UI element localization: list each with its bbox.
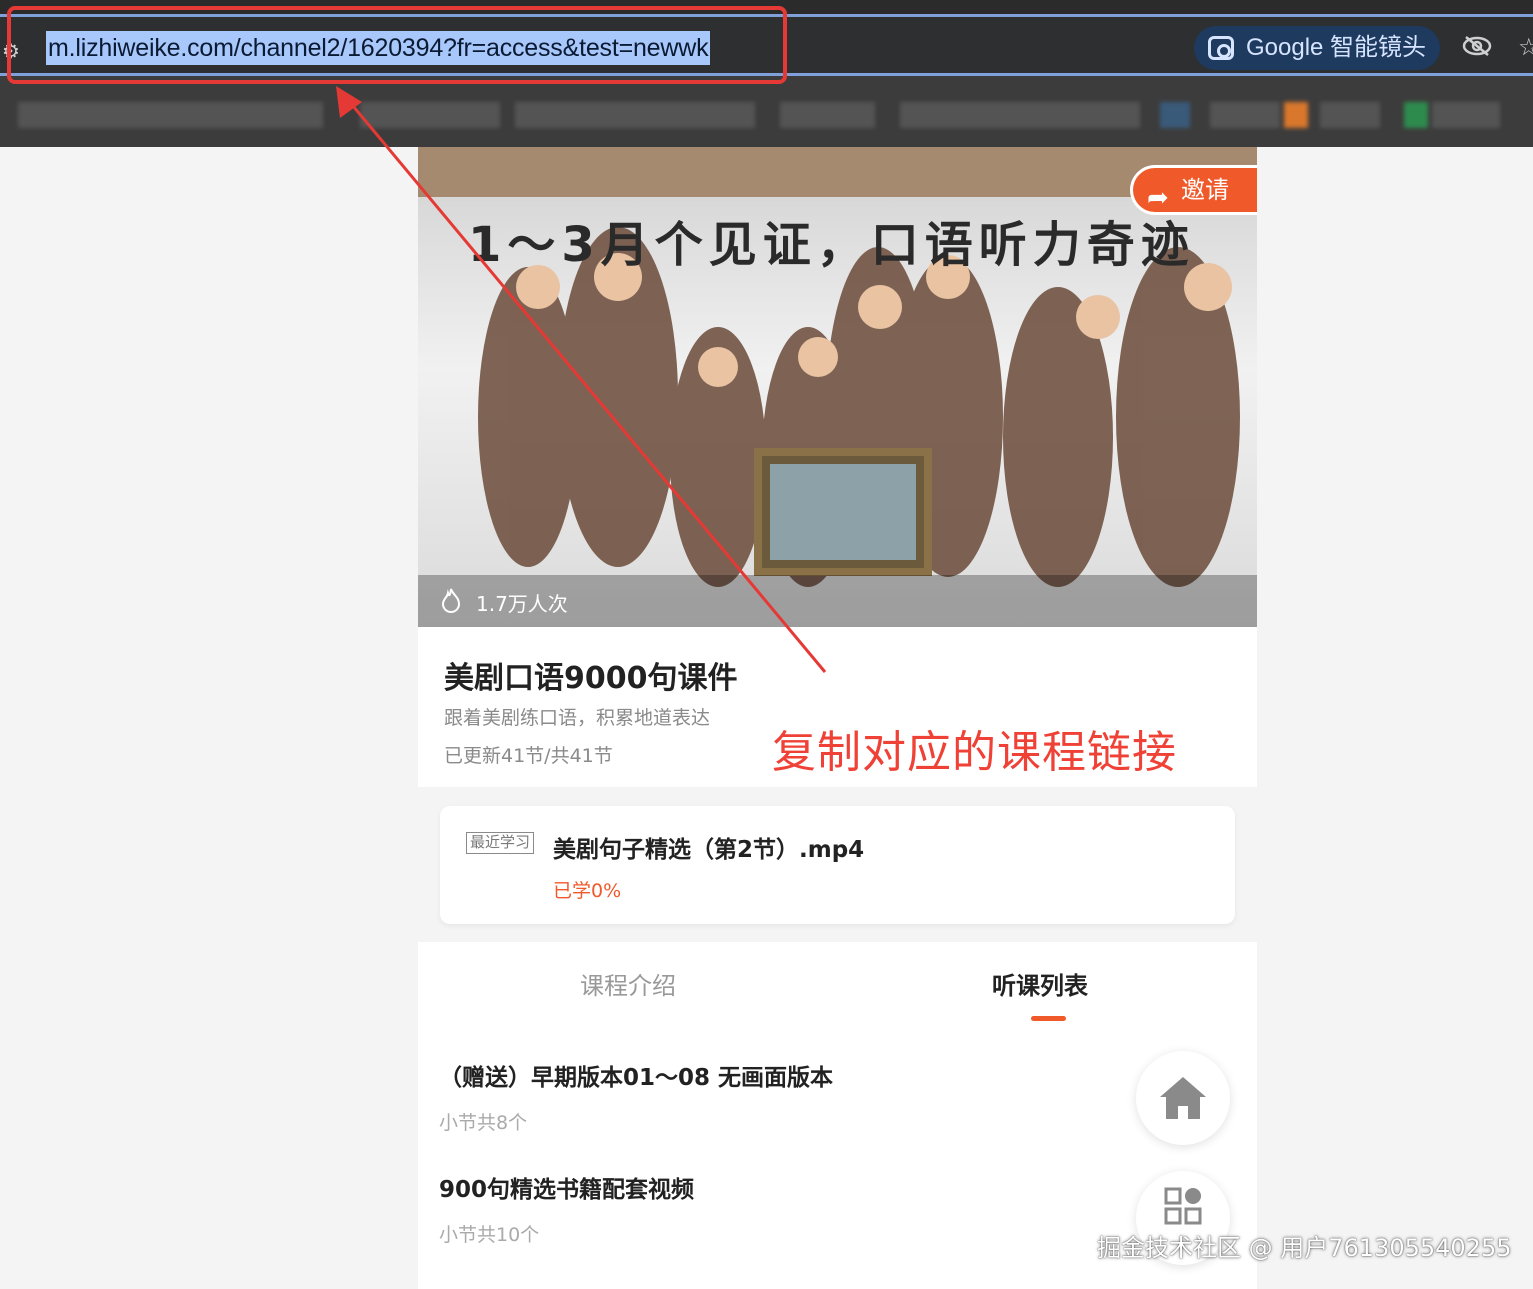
bookmark-item[interactable] [1284,102,1308,128]
recent-tag: 最近学习 [466,832,535,854]
bookmark-item[interactable] [18,102,323,128]
invite-button[interactable]: ➦ 邀请 [1130,165,1257,215]
tab-course-intro[interactable]: 课程介绍 [580,966,676,1001]
recent-study-card[interactable]: 最近学习 美剧句子精选（第2节）.mp4 已学0% [440,806,1235,924]
share-arrow-icon: ➦ [1147,183,1169,213]
bookmark-item[interactable] [1320,102,1380,128]
bookmark-item[interactable] [1404,102,1428,128]
tab-lesson-list[interactable]: 听课列表 [992,966,1088,1001]
views-count: 1.7万人次 [476,592,568,616]
lens-label: Google 智能镜头 [1246,34,1427,61]
bookmark-item[interactable] [1432,102,1500,128]
banner-headline: 1～3月个见证，口语听力奇迹 [468,217,1195,273]
flame-icon [441,588,461,613]
list-item-title: （赠送）早期版本01～08 无画面版本 [439,1065,834,1091]
google-lens-button[interactable]: Google 智能镜头 [1194,26,1440,70]
list-item-title: 900句精选书籍配套视频 [439,1177,695,1203]
invite-label: 邀请 [1181,176,1229,204]
bookmark-item[interactable] [780,102,875,128]
course-subtitle: 跟着美剧练口语，积累地道表达 [444,707,711,729]
bookmark-item[interactable] [360,102,500,128]
views-bar: 1.7万人次 [418,575,1257,627]
recent-learned-progress: 已学0% [553,880,622,902]
recent-lesson-title: 美剧句子精选（第2节）.mp4 [553,837,865,863]
bookmark-item[interactable] [900,102,1140,128]
course-tabs: 课程介绍 听课列表 [418,942,1257,1028]
course-progress: 已更新41节/共41节 [444,745,613,767]
bookmark-item[interactable] [1160,102,1190,128]
annotation-text: 复制对应的课程链接 [772,727,1177,778]
bookmark-star-icon[interactable]: ☆ [1518,33,1533,61]
watermark: 掘金技术社区 @ 用户761305540255 [1097,1234,1512,1262]
course-title: 美剧口语9000句课件 [444,661,738,696]
lens-icon [1208,36,1234,60]
bookmark-item[interactable] [1210,102,1280,128]
browser-chrome: ⚙ m.lizhiweike.com/channel2/1620394?fr=a… [0,0,1533,147]
list-item-count: 小节共8个 [439,1112,528,1134]
active-tab-indicator [1031,1016,1066,1021]
bookmark-item[interactable] [515,102,755,128]
bookmarks-bar [0,82,1533,147]
list-item-count: 小节共10个 [439,1224,540,1246]
course-banner: 1～3月个见证，口语听力奇迹 ➦ 邀请 1.7万人次 [418,147,1257,627]
eye-off-icon[interactable] [1462,35,1492,57]
home-button[interactable] [1136,1051,1230,1145]
url-highlight-box [7,6,787,84]
home-icon [1160,1077,1206,1119]
